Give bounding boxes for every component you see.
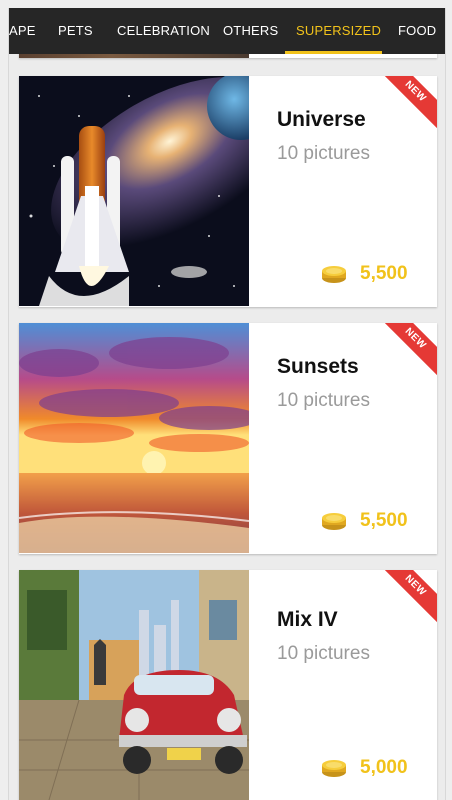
app-frame: APE PETS CELEBRATION OTHERS SUPERSIZED F… [8, 8, 446, 800]
coin-stack-icon [322, 513, 346, 530]
tab-celebration[interactable]: CELEBRATION [117, 8, 210, 54]
coin-stack-icon [322, 266, 346, 283]
new-badge: NEW [373, 570, 437, 628]
pack-title: Sunsets [277, 355, 359, 378]
pack-picture-count: 10 pictures [277, 643, 370, 664]
new-badge: NEW [373, 323, 437, 381]
pack-price: 5,500 [360, 263, 408, 284]
pack-picture-count: 10 pictures [277, 143, 370, 164]
pack-picture-count: 10 pictures [277, 390, 370, 411]
universe-shuttle-image [19, 76, 249, 306]
pack-price: 5,500 [360, 510, 408, 531]
pack-title: Universe [277, 108, 366, 131]
tab-ape[interactable]: APE [9, 8, 36, 54]
sunset-sea-image [19, 323, 249, 553]
mix-iv-street-car-image [19, 570, 249, 800]
tab-food[interactable]: FOOD [398, 8, 436, 54]
pack-card-mix-iv[interactable]: Mix IV 10 pictures 5,000 NEW [19, 570, 437, 800]
tab-supersized[interactable]: SUPERSIZED [296, 8, 381, 54]
tab-pets[interactable]: PETS [58, 8, 93, 54]
new-badge: NEW [373, 76, 437, 134]
active-tab-indicator [285, 51, 382, 54]
pack-card-sunsets[interactable]: Sunsets 10 pictures 5,500 NEW [19, 323, 437, 554]
pack-price: 5,000 [360, 757, 408, 778]
coin-stack-icon [322, 760, 346, 777]
pack-title: Mix IV [277, 608, 338, 631]
tab-others[interactable]: OTHERS [223, 8, 278, 54]
pack-card-universe[interactable]: Universe 10 pictures 5,500 NEW [19, 76, 437, 307]
category-tab-bar: APE PETS CELEBRATION OTHERS SUPERSIZED F… [9, 8, 445, 54]
